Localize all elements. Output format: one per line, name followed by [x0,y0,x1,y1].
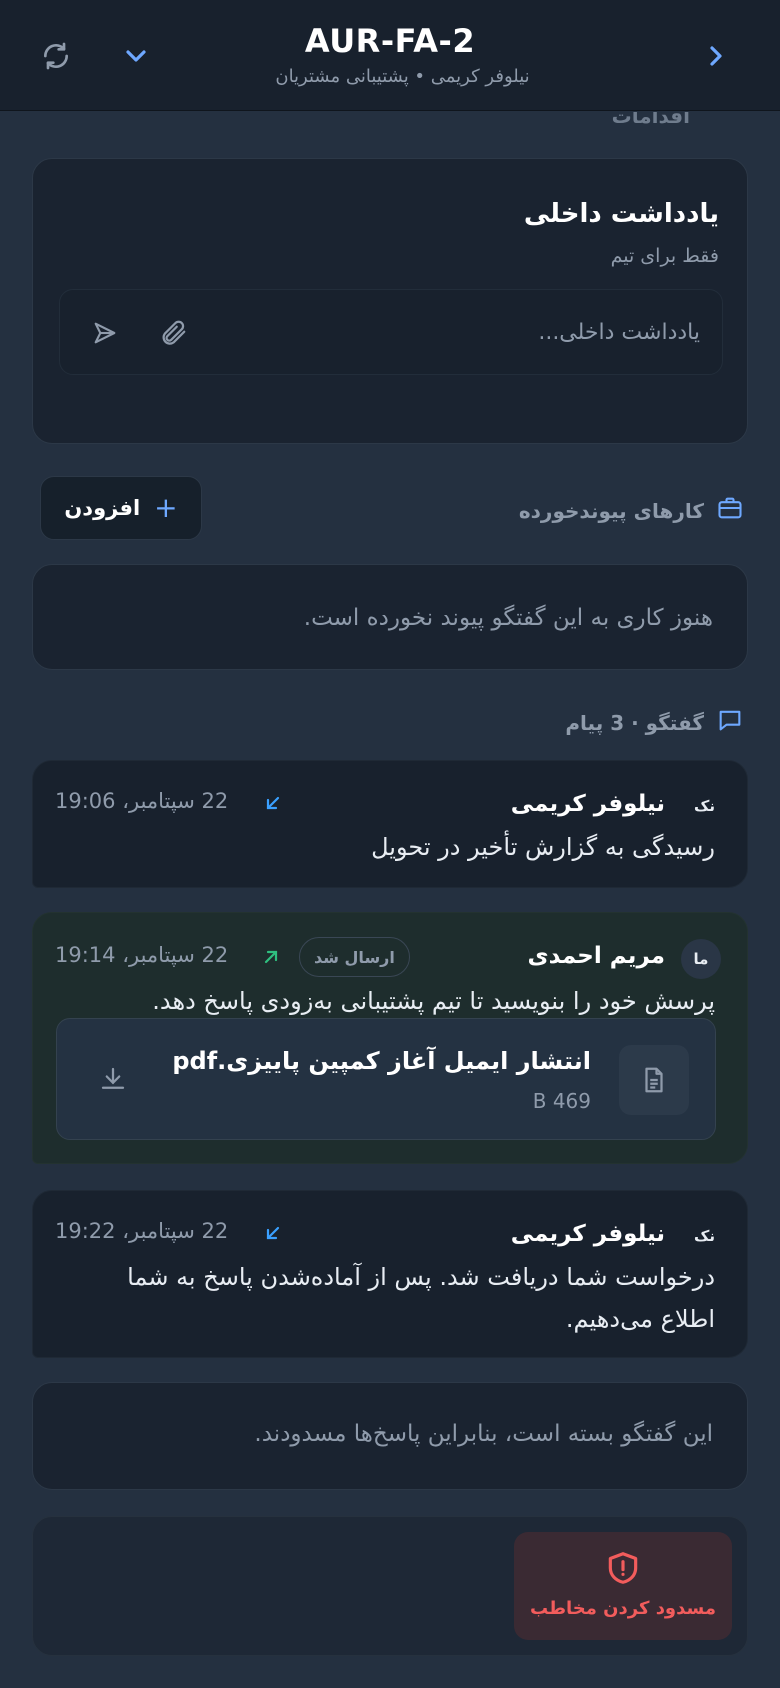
attachment-card[interactable]: انتشار ایمیل آغاز کمپین پاییزی.pdf 469 B [56,1018,716,1140]
internal-note-input[interactable] [260,312,700,352]
internal-note-title: یادداشت داخلی [523,199,719,229]
attachment-icon[interactable] [154,314,192,352]
message-time: 22 سپتامبر، 19:14 [55,943,229,967]
message-text-line1: درخواست شما دریافت شد. پس از آماده‌شدن پ… [127,1263,715,1291]
send-icon[interactable] [86,314,124,352]
message-time: 22 سپتامبر، 19:22 [55,1219,229,1243]
sender-name: مریم احمدی [527,943,665,969]
message-time: 22 سپتامبر، 19:06 [55,789,229,813]
linked-tasks-empty-text: هنوز کاری به این گفتگو پیوند نخورده است. [303,605,713,631]
incoming-arrow-icon [261,791,285,819]
internal-note-subtitle: فقط برای تیم [610,245,719,267]
message-bubble-incoming: نک نیلوفر کریمی 22 سپتامبر، 19:22 درخواس… [32,1190,748,1358]
sender-name: نیلوفر کریمی [510,1221,665,1247]
status-badge: ارسال شد [299,937,410,977]
conversation-label: گفتگو · 3 پیام [565,710,704,735]
chat-bubble-icon [716,706,744,739]
add-task-label: افزودن [64,496,141,520]
block-contact-label: مسدود کردن مخاطب [530,1598,716,1619]
plus-icon: + [154,491,178,524]
linked-tasks-empty-card: هنوز کاری به این گفتگو پیوند نخورده است. [32,564,748,670]
sender-badge: نک [694,1227,715,1245]
closed-notice-text: این گفتگو بسته است، بنابراین پاسخ‌ها مسد… [254,1421,713,1447]
outgoing-arrow-icon [259,945,283,973]
attachment-size: 469 B [532,1089,591,1113]
page-title: AUR-FA-2 [304,22,476,60]
linked-tasks-header: کارهای پیوندخورده [519,494,744,527]
chevron-right-icon[interactable] [696,36,736,76]
incoming-arrow-icon [261,1221,285,1249]
page-subtitle: نیلوفر کریمی • پشتیبانی مشتریان [275,66,530,87]
file-icon [619,1045,689,1115]
closed-notice-card: این گفتگو بسته است، بنابراین پاسخ‌ها مسد… [32,1382,748,1490]
attachment-name: انتشار ایمیل آغاز کمپین پاییزی.pdf [172,1047,591,1075]
sender-badge: ما [681,939,721,979]
block-contact-button[interactable]: مسدود کردن مخاطب [514,1532,732,1640]
message-bubble-incoming: نک نیلوفر کریمی 22 سپتامبر، 19:06 رسیدگی… [32,760,748,888]
conversation-header: گفتگو · 3 پیام [565,706,744,739]
message-text: رسیدگی به گزارش تأخیر در تحویل [371,833,715,861]
shield-alert-icon [604,1548,642,1592]
internal-note-field [59,289,723,375]
sender-badge: نک [694,797,715,815]
message-text: پرسش خود را بنویسید تا تیم پشتیبانی به‌ز… [152,987,715,1015]
internal-note-card: یادداشت داخلی فقط برای تیم [32,158,748,444]
download-icon[interactable] [93,1059,133,1099]
header-bar: AUR-FA-2 نیلوفر کریمی • پشتیبانی مشتریان [0,0,780,111]
briefcase-icon [716,494,744,527]
sender-name: نیلوفر کریمی [510,791,665,817]
add-task-button[interactable]: + افزودن [40,476,202,540]
linked-tasks-label: کارهای پیوندخورده [518,498,704,523]
message-text-line2: اطلاع می‌دهیم. [565,1305,715,1333]
